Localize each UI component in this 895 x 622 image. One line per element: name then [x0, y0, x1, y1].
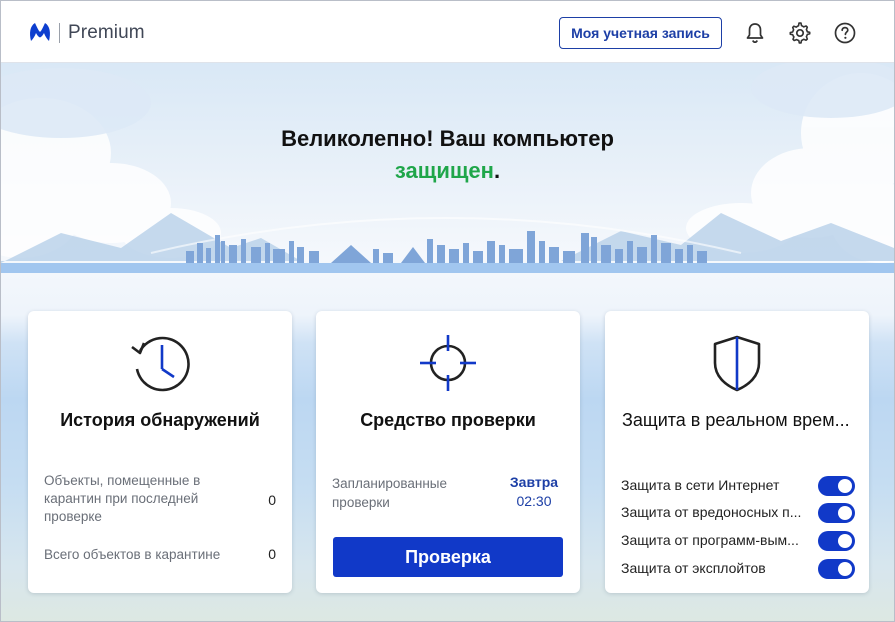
realtime-protection-card[interactable]: Защита в реальном врем... Защита в сети …	[605, 311, 869, 593]
scanner-title: Средство проверки	[360, 410, 536, 430]
help-icon[interactable]	[833, 21, 857, 45]
web-protection-label: Защита в сети Интернет	[621, 477, 780, 493]
detection-history-card[interactable]: История обнаружений Объекты, помещенные …	[28, 311, 292, 593]
top-bar: Premium Моя учетная запись	[1, 1, 894, 63]
status-protected-text: защищен	[394, 158, 494, 183]
exploit-protection-label: Защита от эксплойтов	[621, 560, 766, 576]
ransomware-protection-toggle[interactable]	[818, 531, 855, 551]
clock-history-icon	[131, 336, 190, 392]
gear-icon[interactable]	[788, 21, 812, 45]
malware-protection-toggle[interactable]	[818, 503, 855, 523]
ransomware-protection-label: Защита от программ-вым...	[621, 532, 799, 548]
headline-text: Великолепно! Ваш компьютер	[281, 126, 614, 151]
scheduled-time: 02:30	[516, 493, 552, 509]
detection-history-title: История обнаружений	[60, 410, 260, 430]
protection-status-headline: Великолепно! Ваш компьютер защищен.	[1, 123, 894, 187]
scheduled-scans-label: Запланированные проверки	[332, 476, 448, 510]
malware-protection-row: Защита от вредоносных п...	[621, 501, 855, 525]
total-quarantined-value: 0	[268, 546, 276, 562]
logo-divider	[59, 23, 60, 43]
malwarebytes-logo-icon	[30, 23, 50, 41]
realtime-protection-title: Защита в реальном врем...	[622, 410, 850, 430]
ransomware-protection-row: Защита от программ-вым...	[621, 529, 855, 553]
my-account-button[interactable]: Моя учетная запись	[559, 17, 722, 49]
toggle-knob	[838, 534, 852, 548]
hero-banner: Великолепно! Ваш компьютер защищен. Исто…	[1, 63, 894, 621]
app-window: Premium Моя учетная запись Великолепно! …	[0, 0, 895, 622]
bell-icon[interactable]	[743, 21, 767, 45]
scan-button[interactable]: Проверка	[333, 537, 563, 577]
malware-protection-label: Защита от вредоносных п...	[621, 504, 802, 520]
scanner-card[interactable]: Средство проверки Запланированные провер…	[316, 311, 580, 593]
toggle-knob	[838, 506, 852, 520]
headline-period: .	[493, 158, 501, 183]
quarantined-last-scan-label: Объекты, помещенные в карантин при после…	[44, 473, 201, 524]
web-protection-toggle[interactable]	[818, 476, 855, 496]
exploit-protection-row: Защита от эксплойтов	[621, 557, 855, 581]
crosshair-icon	[420, 335, 476, 391]
scheduled-day-link[interactable]: Завтра	[504, 474, 564, 490]
quarantined-last-scan-value: 0	[268, 492, 276, 508]
web-protection-row: Защита в сети Интернет	[621, 474, 855, 498]
toggle-knob	[838, 562, 852, 576]
shield-icon	[713, 335, 761, 392]
toggle-knob	[838, 479, 852, 493]
exploit-protection-toggle[interactable]	[818, 559, 855, 579]
total-quarantined-label: Всего объектов в карантине	[44, 547, 221, 562]
product-name: Premium	[68, 22, 145, 43]
headline-status-line: защищен.	[1, 155, 894, 187]
